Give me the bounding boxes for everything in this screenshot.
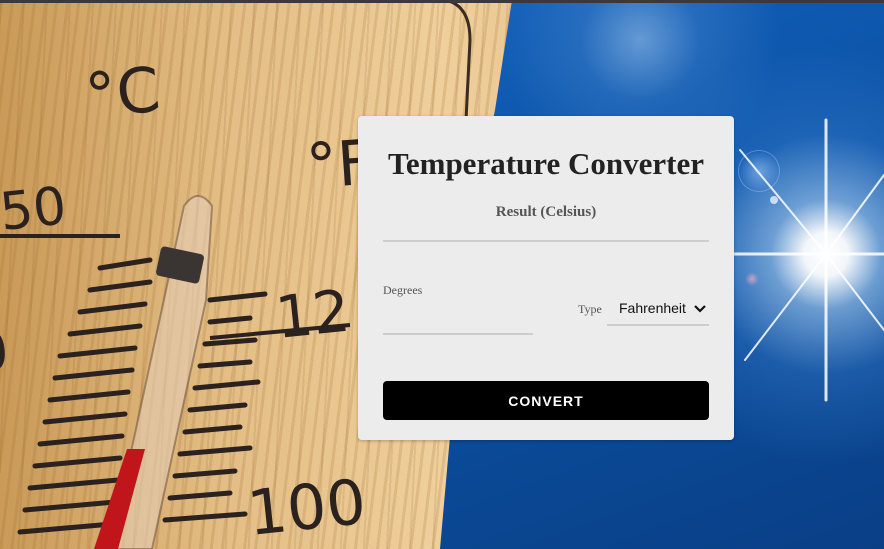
scale-number: 100 <box>244 465 369 549</box>
scale-number: 12 <box>272 277 353 352</box>
window-top-border <box>0 0 884 3</box>
celsius-symbol: °C <box>82 53 164 133</box>
page-title: Temperature Converter <box>388 146 704 181</box>
convert-button-label: CONVERT <box>508 392 584 409</box>
type-label: Type <box>578 302 602 316</box>
degrees-input[interactable] <box>383 311 533 335</box>
chevron-down-icon <box>694 305 706 313</box>
result-label: Result (Celsius) <box>495 204 597 220</box>
scale-number: 0 <box>0 319 12 385</box>
scale-number: 50 <box>0 176 69 243</box>
degrees-label: Degrees <box>383 283 423 297</box>
convert-button[interactable]: CONVERT <box>383 381 709 420</box>
type-selected-value: Fahrenheit <box>619 300 686 316</box>
result-underline <box>383 240 709 242</box>
converter-card: Temperature Converter Result (Celsius) D… <box>358 116 734 440</box>
type-select[interactable]: Fahrenheit <box>607 292 709 326</box>
